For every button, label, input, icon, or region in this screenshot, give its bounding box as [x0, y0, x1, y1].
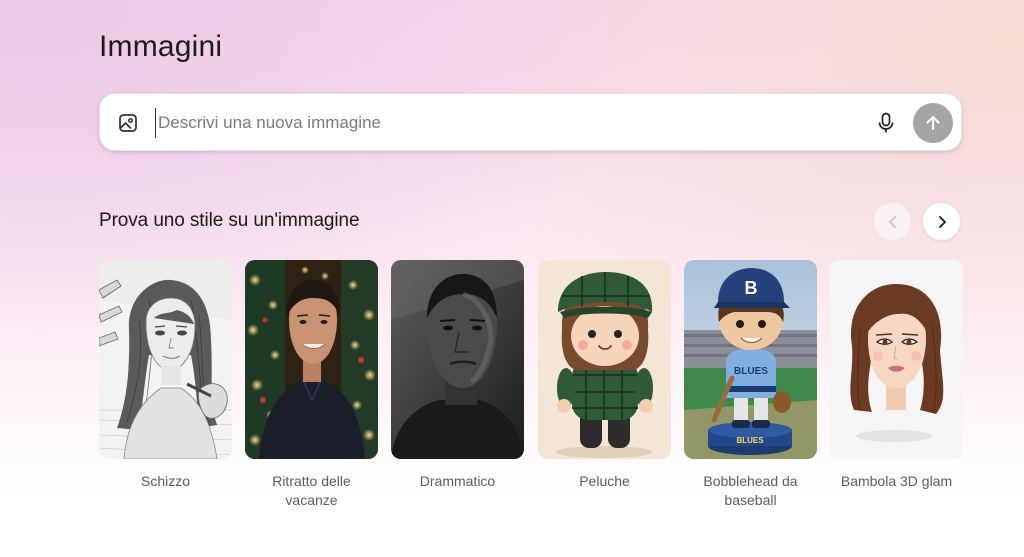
- style-card-peluche[interactable]: Peluche: [538, 260, 671, 491]
- style-card-bambola-3d-glam[interactable]: Bambola 3D glam: [830, 260, 963, 491]
- style-cards: Schizzo Ritratto delle vacanze Drammatic…: [99, 260, 963, 520]
- style-card-label: Bambola 3D glam: [840, 473, 953, 489]
- style-thumbnail: BLUES BLUES B: [684, 260, 817, 459]
- bobblehead-cap-letter: B: [745, 278, 758, 298]
- style-thumbnail: [99, 260, 232, 459]
- style-thumbnail: [830, 260, 963, 459]
- chevron-left-icon: [888, 215, 896, 228]
- style-card-label: Schizzo: [140, 473, 191, 489]
- section-title: Prova uno stile su un'immagine: [99, 210, 360, 231]
- page-title: Immagini: [99, 30, 223, 63]
- carousel-next-button[interactable]: [922, 202, 961, 241]
- style-card-label: Drammatico: [419, 473, 496, 489]
- bobblehead-shirt-text: BLUES: [734, 366, 768, 377]
- carousel-prev-button[interactable]: [873, 202, 912, 241]
- style-card-bobblehead-da-baseball[interactable]: BLUES BLUES B Bobblehead da baseball: [684, 260, 817, 510]
- style-thumbnail: [538, 260, 671, 459]
- send-button[interactable]: [913, 103, 953, 143]
- chevron-right-icon: [938, 215, 946, 228]
- style-card-label: Bobblehead da baseball: [703, 473, 798, 508]
- style-card-schizzo[interactable]: Schizzo: [99, 260, 232, 491]
- style-card-label: Peluche: [579, 473, 630, 489]
- style-thumbnail: [391, 260, 524, 459]
- image-upload-icon[interactable]: [117, 112, 139, 134]
- bobblehead-base-text: BLUES: [736, 436, 764, 445]
- style-thumbnail: [245, 260, 378, 459]
- style-card-label: Ritratto delle vacanze: [272, 473, 351, 508]
- arrow-up-icon: [926, 116, 940, 130]
- microphone-icon[interactable]: [874, 111, 898, 135]
- style-card-drammatico[interactable]: Drammatico: [391, 260, 524, 491]
- style-card-ritratto-delle-vacanze[interactable]: Ritratto delle vacanze: [245, 260, 378, 510]
- prompt-bar: [99, 93, 962, 151]
- prompt-input[interactable]: [155, 108, 855, 138]
